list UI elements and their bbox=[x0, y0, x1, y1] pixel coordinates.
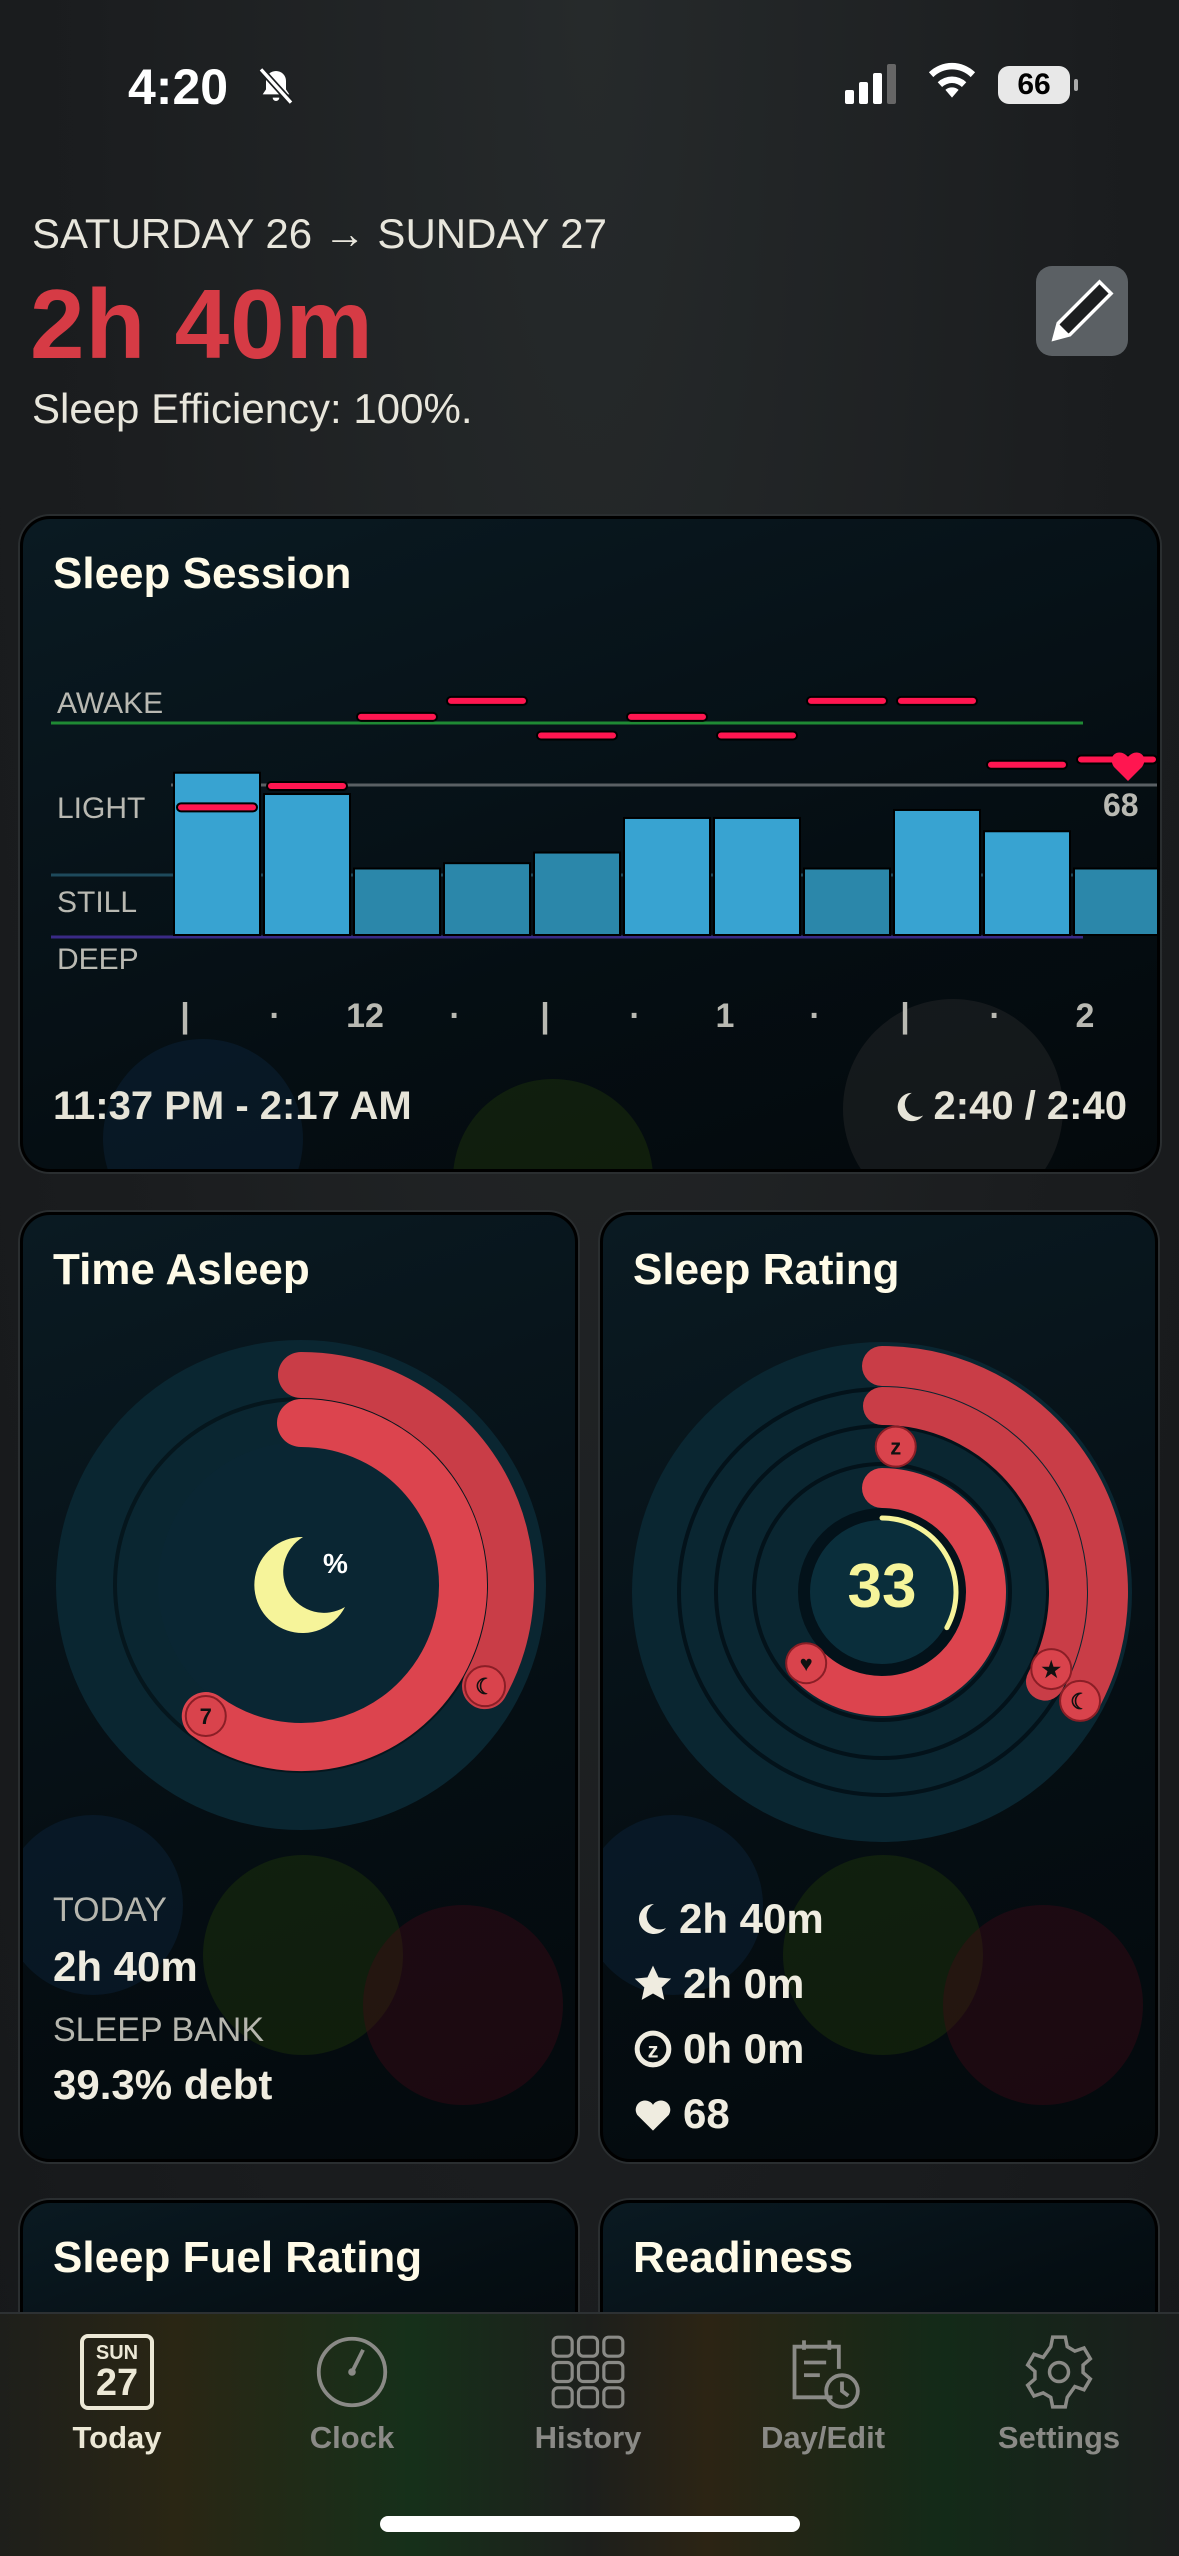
time-axis-tick: 1 bbox=[715, 997, 735, 1035]
heart-icon bbox=[635, 2100, 671, 2131]
tab-today[interactable]: SUN 27 Today bbox=[17, 2334, 217, 2456]
movement-bar bbox=[1073, 867, 1157, 936]
movement-bar bbox=[533, 851, 621, 937]
stat-value: 2h 40m bbox=[679, 1895, 824, 1942]
time-axis-tick: 2 bbox=[1075, 997, 1095, 1035]
sleep-bank-value: 39.3% debt bbox=[53, 2061, 273, 2108]
moon-icon bbox=[639, 1904, 666, 1934]
heart-rate-segment bbox=[536, 730, 618, 741]
sleep-rating-score: 33 bbox=[847, 1552, 917, 1621]
day-marker-glyph: 7 bbox=[200, 1704, 212, 1729]
calendar-clock-icon bbox=[792, 2340, 860, 2409]
tab-label: Settings bbox=[997, 2420, 1121, 2455]
today-value: 2h 40m bbox=[53, 1943, 198, 1990]
heart-rate-segment bbox=[356, 711, 438, 722]
movement-bar bbox=[803, 867, 891, 936]
moon-icon bbox=[897, 1092, 923, 1121]
asleep-ratio-value: 2:40 / 2:40 bbox=[933, 1084, 1127, 1128]
clock-gauge-icon bbox=[316, 2336, 388, 2408]
calendar-day-icon: SUN 27 bbox=[80, 2334, 154, 2410]
zzz-icon: z bbox=[634, 2030, 672, 2068]
heart-rate-segment bbox=[806, 695, 888, 706]
calendar-date: 27 bbox=[95, 2362, 139, 2404]
sleep-efficiency: Sleep Efficiency: 100%. bbox=[32, 385, 473, 432]
zzz-marker-glyph: z bbox=[890, 1435, 901, 1460]
movement-bar bbox=[353, 867, 441, 936]
bell-slash-icon bbox=[256, 66, 296, 116]
tab-label: Day/Edit bbox=[760, 2420, 886, 2455]
time-asleep-ring: ☾ 7% bbox=[56, 1340, 546, 1830]
heart-rate-segment bbox=[626, 711, 708, 722]
gear-decoration bbox=[453, 1079, 653, 1169]
movement-bar bbox=[893, 808, 981, 937]
movement-bar bbox=[173, 771, 261, 936]
gear-icon bbox=[1025, 2335, 1093, 2409]
movement-bar bbox=[263, 793, 351, 936]
time-axis-tick: · bbox=[449, 997, 461, 1035]
time-axis-tick: · bbox=[269, 997, 281, 1035]
gear-decoration bbox=[363, 1905, 563, 2105]
heart-rate-segment bbox=[266, 781, 348, 792]
edit-button[interactable] bbox=[1036, 266, 1128, 356]
battery-indicator: 66 bbox=[998, 66, 1078, 104]
tab-settings[interactable]: Settings bbox=[959, 2334, 1159, 2456]
sleep-session-card[interactable]: Sleep Session AWAKE LIGHT STILL DEEP 68 … bbox=[20, 516, 1160, 1172]
time-axis-tick: · bbox=[809, 997, 821, 1035]
percent-glyph: % bbox=[323, 1548, 348, 1579]
heart-rate-segment bbox=[986, 759, 1068, 770]
card-title: Readiness bbox=[633, 2233, 854, 2282]
stat-deep: z 0h 0m bbox=[633, 2025, 804, 2073]
movement-bar bbox=[623, 816, 711, 936]
status-time: 4:20 bbox=[128, 59, 229, 115]
movement-bar bbox=[443, 862, 531, 936]
moon-marker-glyph: ☾ bbox=[1070, 1689, 1090, 1714]
pencil-icon bbox=[1051, 279, 1114, 342]
wifi-icon bbox=[925, 58, 979, 107]
card-title: Sleep Fuel Rating bbox=[53, 2233, 423, 2282]
sleep-duration: 2h 40m bbox=[30, 269, 374, 379]
time-axis-tick: · bbox=[989, 997, 1001, 1035]
gear-decoration bbox=[943, 1905, 1143, 2105]
stat-value: 2h 0m bbox=[683, 1960, 805, 2007]
date-range: SATURDAY 26 → SUNDAY 27 bbox=[32, 210, 607, 257]
heart-rate-segment bbox=[176, 802, 258, 813]
time-axis-tick: | bbox=[900, 997, 910, 1035]
heart-rate-last: 68 bbox=[1103, 787, 1139, 823]
heart-rate-segment bbox=[896, 695, 978, 706]
star-icon bbox=[634, 1965, 672, 2000]
heart-rate-segment bbox=[716, 730, 798, 741]
tab-label: History bbox=[534, 2420, 642, 2455]
stat-quality: 2h 0m bbox=[633, 1960, 804, 2008]
sleep-rating-card[interactable]: Sleep Rating ☾ ★ z ♥ 33 2h 40m 2h 0m z 0h 0m… bbox=[600, 1212, 1158, 2162]
moon-marker-glyph: ☾ bbox=[475, 1674, 495, 1699]
stat-value: 0h 0m bbox=[683, 2025, 805, 2072]
home-indicator[interactable] bbox=[380, 2516, 800, 2532]
sleep-bank-label: SLEEP BANK bbox=[53, 2011, 265, 2049]
time-axis-tick: | bbox=[540, 997, 550, 1035]
stat-value: 68 bbox=[683, 2090, 730, 2137]
svg-text:z: z bbox=[648, 2037, 659, 2062]
stat-heart-rate: 68 bbox=[633, 2090, 730, 2138]
tab-day-edit[interactable]: Day/Edit bbox=[723, 2334, 923, 2456]
sleep-session-chart bbox=[51, 695, 1157, 939]
time-axis-tick: · bbox=[629, 997, 641, 1035]
stat-asleep: 2h 40m bbox=[633, 1895, 824, 1943]
asleep-ratio: 2:40 / 2:40 bbox=[892, 1084, 1127, 1129]
star-marker-glyph: ★ bbox=[1041, 1657, 1061, 1682]
time-axis-tick: | bbox=[180, 997, 190, 1035]
heart-rate-segment bbox=[446, 695, 528, 706]
tab-label: Today bbox=[72, 2420, 162, 2455]
tab-history[interactable]: History bbox=[488, 2334, 688, 2456]
cellular-signal-icon bbox=[845, 62, 896, 104]
session-time-range: 11:37 PM - 2:17 AM bbox=[53, 1084, 412, 1128]
time-asleep-card[interactable]: Time Asleep ☾ 7% TODAY 2h 40m SLEEP BANK … bbox=[20, 1212, 578, 2162]
movement-bar bbox=[983, 830, 1071, 937]
tab-clock[interactable]: Clock bbox=[252, 2334, 452, 2456]
tab-label: Clock bbox=[309, 2420, 395, 2455]
heart-marker-glyph: ♥ bbox=[800, 1651, 813, 1676]
today-label: TODAY bbox=[53, 1891, 167, 1929]
time-axis-tick: 12 bbox=[346, 997, 384, 1035]
movement-bar bbox=[713, 816, 801, 936]
grid-icon bbox=[551, 2335, 625, 2409]
